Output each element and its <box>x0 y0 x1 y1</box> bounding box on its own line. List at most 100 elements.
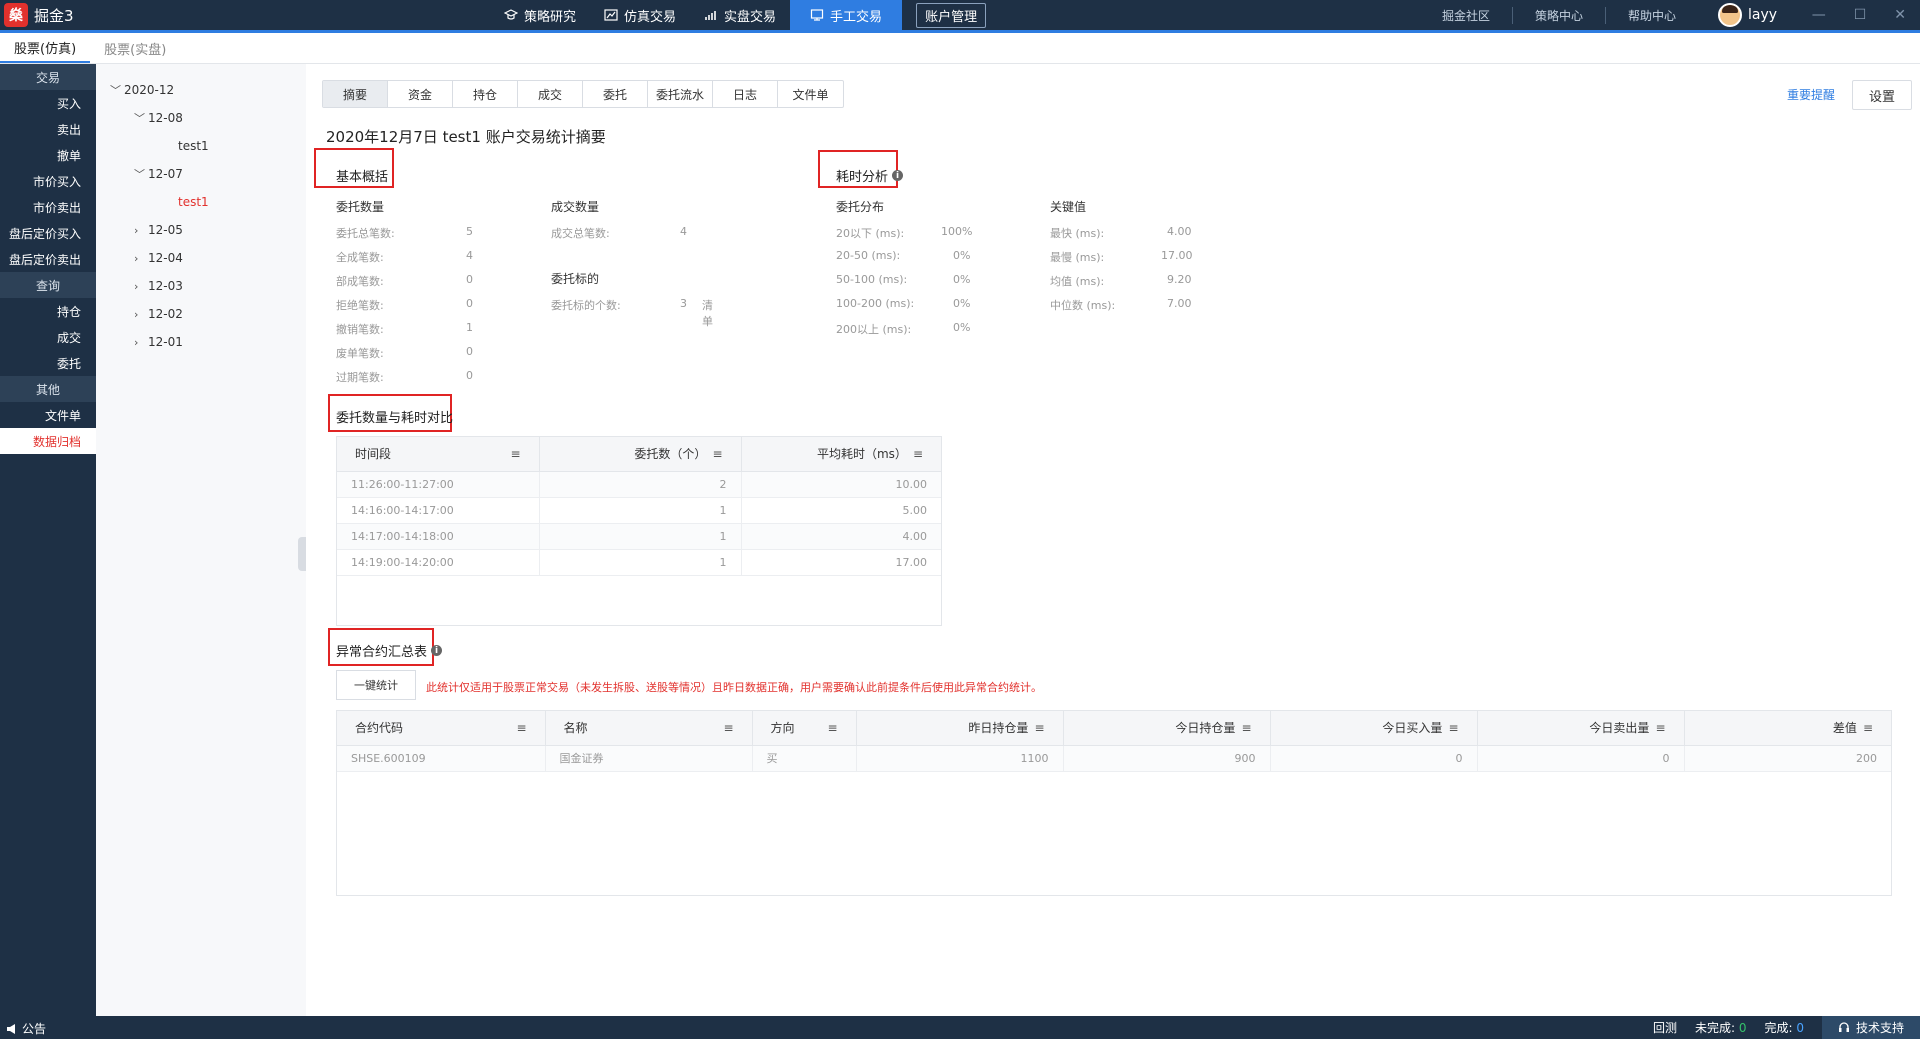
sidebar-item-data-archive[interactable]: 数据归档 <box>0 428 96 454</box>
sidebar-item-after-hours-buy[interactable]: 盘后定价买入 <box>0 220 96 246</box>
column-header[interactable]: 平均耗时（ms） ≡ <box>741 437 941 472</box>
sidebar-item-after-hours-sell[interactable]: 盘后定价卖出 <box>0 246 96 272</box>
tab-log[interactable]: 日志 <box>713 81 778 107</box>
sidebar-item-market-buy[interactable]: 市价买入 <box>0 168 96 194</box>
tree-node-day[interactable]: › 12-04 <box>134 248 183 268</box>
sidebar-item-cancel[interactable]: 撤单 <box>0 142 96 168</box>
user-menu[interactable]: layy <box>1718 3 1777 27</box>
tree-leaf-account-selected[interactable]: test1 <box>178 192 209 212</box>
sidebar-item-deals[interactable]: 成交 <box>0 324 96 350</box>
graduation-cap-icon <box>504 9 518 20</box>
table-row[interactable]: 11:26:00-11:27:00 2 10.00 <box>337 471 941 498</box>
one-click-stat-button[interactable]: 一键统计 <box>336 670 416 700</box>
minimize-icon[interactable]: — <box>1812 7 1826 23</box>
tree-node-day[interactable]: › 12-05 <box>134 220 183 240</box>
tab-stock-live[interactable]: 股票(实盘) <box>90 33 180 63</box>
stat-value: 0 <box>466 273 473 286</box>
info-icon[interactable]: i <box>892 170 904 181</box>
tree-node-day[interactable]: › 12-01 <box>134 332 183 352</box>
sidebar-item-buy[interactable]: 买入 <box>0 90 96 116</box>
target-list-link[interactable]: 清单 <box>702 297 713 329</box>
stat-value: 9.20 <box>1167 273 1192 286</box>
column-header[interactable]: 委托数（个） ≡ <box>539 437 742 472</box>
column-menu-icon[interactable]: ≡ <box>1863 721 1873 735</box>
sidebar-item-market-sell[interactable]: 市价卖出 <box>0 194 96 220</box>
column-header[interactable]: 差值 ≡ <box>1684 711 1891 746</box>
tree-node-day[interactable]: › 12-03 <box>134 276 183 296</box>
column-menu-icon[interactable]: ≡ <box>712 447 722 461</box>
collapse-handle[interactable] <box>298 537 306 571</box>
stat-label: 废单笔数: <box>336 347 384 360</box>
tree-leaf-account[interactable]: test1 <box>178 136 209 156</box>
nav-sim-trading[interactable]: 仿真交易 <box>590 0 690 30</box>
stat-label: 100-200 (ms): <box>836 297 915 310</box>
help-center-link[interactable]: 帮助中心 <box>1606 7 1698 24</box>
column-menu-icon[interactable]: ≡ <box>1034 721 1044 735</box>
stat-value: 7.00 <box>1167 297 1192 310</box>
column-menu-icon[interactable]: ≡ <box>1655 721 1665 735</box>
info-icon[interactable]: i <box>431 645 443 656</box>
column-header[interactable]: 今日持仓量 ≡ <box>1063 711 1271 746</box>
column-header[interactable]: 方向 ≡ <box>752 711 857 746</box>
close-icon[interactable]: ✕ <box>1894 7 1906 23</box>
column-header[interactable]: 合约代码 ≡ <box>337 711 546 746</box>
column-header[interactable]: 今日卖出量 ≡ <box>1477 711 1685 746</box>
tech-support-button[interactable]: 技术支持 <box>1821 1016 1920 1039</box>
backtest-label[interactable]: 回测 <box>1653 1019 1677 1036</box>
tree-node-day[interactable]: ﹀ 12-07 <box>134 164 183 184</box>
column-header[interactable]: 名称 ≡ <box>545 711 753 746</box>
stat-value: 0 <box>466 345 473 358</box>
sidebar-item-positions[interactable]: 持仓 <box>0 298 96 324</box>
column-menu-icon[interactable]: ≡ <box>1448 721 1458 735</box>
table-row[interactable]: 14:16:00-14:17:00 1 5.00 <box>337 497 941 524</box>
sidebar-item-orders[interactable]: 委托 <box>0 350 96 376</box>
tree-node-day[interactable]: ﹀ 12-08 <box>134 108 183 128</box>
sidebar-item-sell[interactable]: 卖出 <box>0 116 96 142</box>
summary-tabs: 摘要 资金 持仓 成交 委托 委托流水 日志 文件单 <box>322 80 844 108</box>
column-header[interactable]: 昨日持仓量 ≡ <box>856 711 1064 746</box>
tab-stock-sim[interactable]: 股票(仿真) <box>0 33 91 63</box>
column-menu-icon[interactable]: ≡ <box>516 721 526 735</box>
table-row[interactable]: 14:19:00-14:20:00 1 17.00 <box>337 549 941 576</box>
cell-count: 1 <box>539 497 742 524</box>
nav-label: 手工交易 <box>830 9 883 25</box>
nav-label: 实盘交易 <box>724 9 777 25</box>
column-menu-icon[interactable]: ≡ <box>827 721 837 735</box>
strategy-center-link[interactable]: 策略中心 <box>1513 6 1607 24</box>
community-link[interactable]: 掘金社区 <box>1420 6 1514 24</box>
tab-file-orders[interactable]: 文件单 <box>778 81 843 107</box>
notice-link[interactable]: 公告 <box>6 1020 46 1037</box>
stat-row: 均值 (ms): 9.20 <box>1050 273 1192 289</box>
tab-orders[interactable]: 委托 <box>583 81 648 107</box>
column-header[interactable]: 今日买入量 ≡ <box>1270 711 1478 746</box>
table-row[interactable]: 14:17:00-14:18:00 1 4.00 <box>337 523 941 550</box>
warning-text: 此统计仅适用于股票正常交易（未发生拆股、送股等情况）且昨日数据正确，用户需要确认… <box>426 681 1042 694</box>
tree-label: 12-08 <box>148 111 183 125</box>
tree-label: 12-04 <box>148 251 183 265</box>
column-menu-icon[interactable]: ≡ <box>913 447 923 461</box>
tab-summary[interactable]: 摘要 <box>323 81 388 107</box>
nav-strategy-research[interactable]: 策略研究 <box>490 0 590 30</box>
column-menu-icon[interactable]: ≡ <box>1241 721 1251 735</box>
column-header[interactable]: 时间段 ≡ <box>337 437 540 472</box>
tab-deals[interactable]: 成交 <box>518 81 583 107</box>
tab-funds[interactable]: 资金 <box>388 81 453 107</box>
stat-row: 委托总笔数: 5 <box>336 225 473 241</box>
tree-node-month[interactable]: ﹀ 2020-12 <box>110 80 174 100</box>
table-row[interactable]: SHSE.600109 国金证券 买 1100 900 0 0 200 <box>337 745 1891 772</box>
column-menu-icon[interactable]: ≡ <box>510 447 520 461</box>
cell-name: 国金证券 <box>545 745 753 772</box>
tree-node-day[interactable]: › 12-02 <box>134 304 183 324</box>
tab-order-flow[interactable]: 委托流水 <box>648 81 713 107</box>
important-notice-link[interactable]: 重要提醒 <box>1787 86 1835 103</box>
column-menu-icon[interactable]: ≡ <box>723 721 733 735</box>
settings-button[interactable]: 设置 <box>1852 80 1912 110</box>
sidebar-item-file-orders[interactable]: 文件单 <box>0 402 96 428</box>
nav-account-management[interactable]: 账户管理 <box>902 0 1000 30</box>
tab-positions[interactable]: 持仓 <box>453 81 518 107</box>
order-count-heading: 委托数量 <box>336 200 385 214</box>
cell-today-buy: 0 <box>1270 745 1478 772</box>
maximize-icon[interactable]: ☐ <box>1854 7 1867 23</box>
nav-live-trading[interactable]: 实盘交易 <box>690 0 790 30</box>
nav-manual-trading[interactable]: 手工交易 <box>790 0 903 30</box>
